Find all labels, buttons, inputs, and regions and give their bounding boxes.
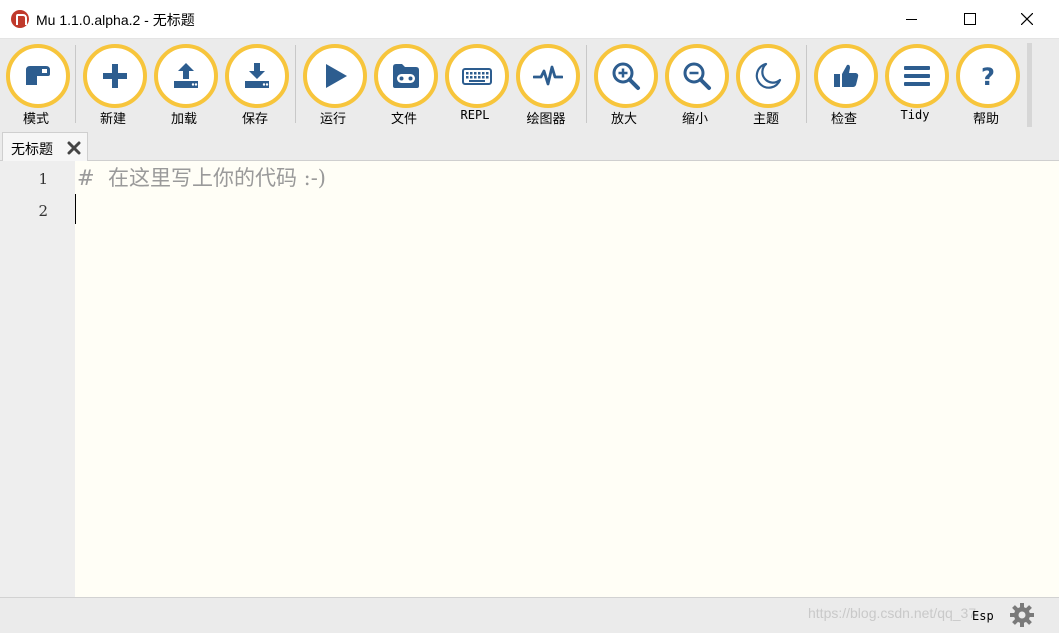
toolbar-separator (295, 45, 296, 123)
plotter-button[interactable]: 绘图器 (514, 43, 584, 129)
zoom-in-icon (612, 62, 640, 90)
svg-text:?: ? (981, 63, 995, 91)
toolbar-separator (586, 45, 587, 123)
upload-icon (174, 63, 198, 88)
check-button[interactable]: 检查 (812, 43, 882, 129)
new-button[interactable]: 新建 (81, 43, 151, 129)
tab-label: 无标题 (11, 142, 53, 158)
zoom-in-button[interactable]: 放大 (592, 43, 662, 129)
keyboard-icon (462, 68, 492, 85)
maximize-button[interactable] (940, 0, 998, 38)
toolbar-separator (806, 45, 807, 123)
status-bar: https://blog.csdn.net/qq_37 Esp (0, 597, 1059, 633)
line-number: 2 (38, 202, 48, 220)
moon-icon (755, 62, 782, 89)
tab-bar: 无标题 (0, 129, 1059, 161)
files-label: 文件 (390, 112, 417, 127)
zoom-out-icon (683, 62, 711, 90)
code-editor[interactable]: 1 2 # 在这里写上你的代码 :-) (0, 161, 1059, 597)
help-button[interactable]: ? 帮助 (954, 43, 1024, 129)
pulse-icon (533, 65, 563, 86)
window-title: Mu 1.1.0.alpha.2 - 无标题 (36, 12, 195, 28)
mode-button[interactable]: 模式 (4, 43, 74, 129)
minimize-button[interactable] (882, 0, 940, 38)
zoom-out-button[interactable]: 缩小 (663, 43, 733, 129)
mode-label: 模式 (22, 112, 49, 127)
repl-label: REPL (460, 108, 490, 122)
question-icon: ? (981, 63, 995, 91)
load-label: 加载 (170, 112, 197, 127)
lines-icon (904, 66, 930, 86)
line-number: 1 (38, 170, 48, 188)
help-label: 帮助 (972, 112, 999, 127)
gear-icon[interactable] (1009, 602, 1035, 628)
toolbar-separator (75, 45, 76, 123)
mu-logo-icon (11, 10, 29, 28)
watermark: https://blog.csdn.net/qq_37 (808, 605, 977, 621)
tab-untitled[interactable]: 无标题 (2, 132, 88, 161)
load-button[interactable]: 加载 (152, 43, 222, 129)
zoom-out-label: 缩小 (681, 112, 708, 127)
code-line[interactable]: # 在这里写上你的代码 :-) (77, 162, 326, 192)
play-icon (326, 64, 347, 88)
theme-button[interactable]: 主题 (734, 43, 804, 129)
toolbar: 模式 新建 加载 保存 运行 文件 REPL 绘图器 放大 缩小 主题 检查 T… (0, 39, 1059, 129)
run-label: 运行 (319, 112, 346, 127)
close-icon (1021, 13, 1033, 25)
mode-icon (26, 66, 50, 85)
zoom-in-label: 放大 (610, 112, 637, 127)
plus-icon (103, 64, 127, 88)
new-label: 新建 (99, 112, 126, 127)
tidy-button[interactable]: Tidy (883, 43, 953, 129)
close-tab-icon[interactable] (67, 141, 81, 155)
save-button[interactable]: 保存 (223, 43, 293, 129)
download-icon (245, 63, 269, 88)
run-button[interactable]: 运行 (301, 43, 371, 129)
theme-label: 主题 (752, 112, 779, 127)
check-label: 检查 (830, 112, 857, 127)
microbit-icon (393, 64, 419, 88)
save-label: 保存 (241, 112, 268, 127)
repl-button[interactable]: REPL (443, 43, 513, 129)
thumbs-up-icon (834, 64, 859, 87)
files-button[interactable]: 文件 (372, 43, 442, 129)
plotter-label: 绘图器 (526, 112, 566, 127)
text-caret (75, 194, 76, 224)
close-window-button[interactable] (998, 0, 1056, 38)
tidy-label: Tidy (900, 108, 930, 122)
mode-indicator[interactable]: Esp (972, 609, 994, 623)
title-bar: Mu 1.1.0.alpha.2 - 无标题 (0, 0, 1059, 39)
toolbar-overflow-handle (1027, 43, 1059, 127)
line-number-gutter: 1 2 (0, 161, 75, 597)
